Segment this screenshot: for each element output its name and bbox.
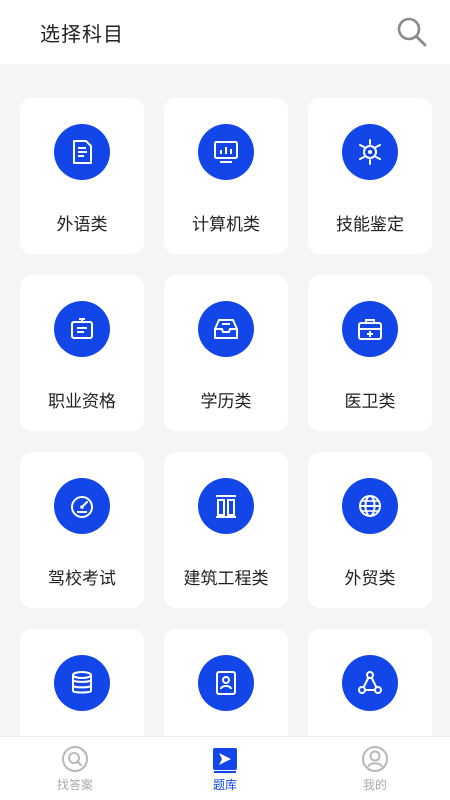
- user-icon: [360, 744, 390, 774]
- category-icon-circle: [54, 301, 110, 357]
- category-icon-circle: [54, 655, 110, 711]
- bottom-tab-bar: 找答案 题库 我的: [0, 736, 450, 800]
- category-card-professional[interactable]: 职业资格: [20, 275, 144, 431]
- category-card-skill[interactable]: 技能鉴定: [308, 98, 432, 254]
- top-bar: 选择科目: [0, 0, 450, 64]
- tab-find-answer[interactable]: 找答案: [0, 737, 150, 800]
- badge-icon: [71, 318, 93, 339]
- category-icon-circle: [198, 478, 254, 534]
- tab-question-bank[interactable]: 题库: [150, 737, 300, 800]
- category-icon-circle: [198, 301, 254, 357]
- document-icon: [73, 140, 92, 164]
- category-label: 外语类: [56, 215, 108, 235]
- id-card-icon: [216, 671, 236, 695]
- category-icon-circle: [198, 655, 254, 711]
- category-label: 驾校考试: [48, 569, 116, 589]
- search-icon: [397, 17, 427, 47]
- category-label: 医卫类: [344, 392, 396, 412]
- category-label: 职业资格: [48, 392, 116, 412]
- category-label: 计算机类: [192, 215, 260, 235]
- category-card-foreign-language[interactable]: 外语类: [20, 98, 144, 254]
- database-icon: [72, 671, 92, 694]
- category-card-driving[interactable]: 驾校考试: [20, 452, 144, 608]
- monitor-icon: [214, 141, 238, 163]
- tab-label: 我的: [362, 778, 387, 792]
- category-card-education[interactable]: 学历类: [164, 275, 288, 431]
- category-label: 建筑工程类: [183, 569, 269, 589]
- category-card-foreign-trade[interactable]: 外贸类: [308, 452, 432, 608]
- speedometer-icon: [71, 496, 93, 518]
- category-card-id[interactable]: [164, 629, 288, 736]
- category-icon-circle: [342, 655, 398, 711]
- search-button[interactable]: [394, 14, 430, 50]
- tray-icon: [214, 319, 238, 339]
- skill-icon: [359, 139, 381, 165]
- category-icon-circle: [54, 124, 110, 180]
- play-flag-icon: [210, 744, 240, 774]
- tab-label: 找答案: [56, 778, 93, 792]
- category-grid: 外语类 计算机类 技能鉴定 职业资格 学历类 医卫类 驾校考试 建筑工程类 外贸…: [0, 64, 450, 736]
- search-icon: [60, 744, 90, 774]
- category-card-network[interactable]: [308, 629, 432, 736]
- tab-label: 题库: [212, 778, 237, 792]
- share-icon: [358, 671, 382, 694]
- category-icon-circle: [54, 478, 110, 534]
- category-card-computer[interactable]: 计算机类: [164, 98, 288, 254]
- category-icon-circle: [342, 478, 398, 534]
- category-icon-circle: [342, 301, 398, 357]
- category-label: 学历类: [200, 392, 252, 412]
- category-icon-circle: [198, 124, 254, 180]
- category-card-database[interactable]: [20, 629, 144, 736]
- category-card-construction[interactable]: 建筑工程类: [164, 452, 288, 608]
- globe-icon: [359, 495, 381, 517]
- category-card-medical[interactable]: 医卫类: [308, 275, 432, 431]
- category-label: 技能鉴定: [336, 215, 404, 235]
- category-label: 外贸类: [344, 569, 396, 589]
- page-title: 选择科目: [40, 21, 124, 46]
- building-icon: [216, 495, 236, 518]
- medical-kit-icon: [358, 319, 382, 340]
- category-icon-circle: [342, 124, 398, 180]
- tab-profile[interactable]: 我的: [300, 737, 450, 800]
